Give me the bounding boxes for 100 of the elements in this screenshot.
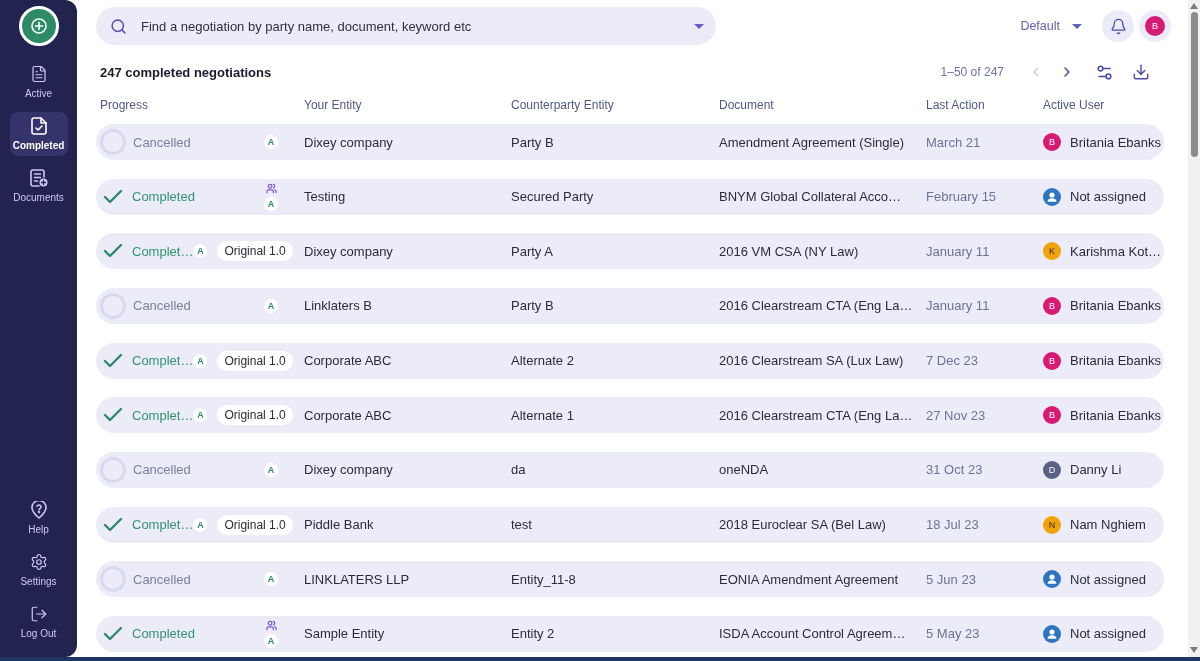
user-name: Nam Nghiem [1070,517,1146,533]
table-cell: ISDA Account Control Agreem… [719,626,906,642]
status-label: Completed [132,189,195,205]
date-cell: 5 Jun 23 [926,571,976,587]
date-cell: March 21 [926,134,981,150]
nav-item[interactable]: Log Out [9,600,68,644]
version-tag: Original 1.0 [217,514,293,535]
marker-badge: A [193,408,208,423]
marker-badge: A [264,572,278,587]
logout-icon [29,604,48,623]
add-button[interactable] [18,6,59,46]
table-cell: Amendment Agreement (Single) [719,134,904,150]
negotiation-row[interactable]: Cancelled A Dixey company da oneNDA 31 Oct 23 D Danny Li [96,451,1164,488]
search-input[interactable]: Find a negotiation by party name, document, keyword etc [139,12,682,40]
user-avatar: B [1043,133,1061,151]
marker-badge: A [264,196,278,211]
table-cell: EONIA Amendment Agreement [719,571,899,587]
scrollbar[interactable] [1188,0,1200,657]
status-label: Complet… [132,353,194,369]
table-cell: Corporate ABC [304,353,392,369]
marker-badge: A [193,353,208,368]
status-label: Cancelled [133,462,191,478]
user-name: Not assigned [1070,626,1146,642]
status-label: Cancelled [133,298,191,314]
version-tag: Original 1.0 [217,350,293,371]
table-cell: 2016 VM CSA (NY Law) [719,243,859,259]
document-icon [29,64,48,83]
version-tag: Original 1.0 [217,405,293,426]
profile-button[interactable]: B [1139,10,1171,42]
negotiation-row[interactable]: Complet… A Original 1.0 Piddle Bank test 2018 Euroclear SA (Bel Law) 18 Jul 23 N Nam Nghiem [96,506,1164,543]
notifications-button[interactable] [1102,10,1134,42]
negotiation-row[interactable]: Completed A Testing Secured Party BNYM Global Collateral Acco… February 15 Not assigned [96,178,1164,215]
user-name: Britania Ebanks [1070,134,1162,150]
caret-icon [1072,23,1082,29]
table-cell: 2016 Clearstream CTA (Eng La… [719,298,913,314]
table-cell: Party B [511,298,554,314]
date-cell: 7 Dec 23 [926,353,979,369]
nav-item[interactable]: Completed [9,112,68,156]
table-cell: Sample Entity [304,626,385,642]
nav-item[interactable]: Help [9,496,68,540]
date-cell: 31 Oct 23 [926,462,983,478]
negotiation-row[interactable]: Complet… A Original 1.0 Dixey company Party A 2016 VM CSA (NY Law) January 11 K Karishma Kot… [96,233,1164,270]
nav-item[interactable]: Documents [9,164,68,208]
table-cell: da [511,462,526,478]
user-avatar: B [1043,351,1061,370]
table-cell: Dixey company [304,243,393,259]
user-avatar: B [1043,296,1061,315]
table-cell: Secured Party [511,189,594,205]
plus-icon [30,18,47,34]
date-cell: 18 Jul 23 [926,517,979,533]
scrollbar-thumb[interactable] [1190,12,1198,157]
scroll-down-icon[interactable] [1190,647,1198,653]
table-cell: Entity 2 [511,626,555,642]
marker-badge: A [264,462,278,477]
column-header: Last Action [926,98,985,112]
user-name: Danny Li [1070,462,1122,478]
empty-ring-icon [100,566,126,593]
marker-badge: A [193,244,208,259]
negotiation-row[interactable]: Cancelled A LINKLATERS LLP Entity_11-8 EONIA Amendment Agreement 5 Jun 23 Not assigned [96,561,1164,598]
pagination-range: 1–50 of 247 [940,65,1004,79]
search-bar[interactable]: Find a negotiation by party name, document, keyword etc [96,7,716,45]
settings-icon [29,552,48,571]
download-icon [1132,63,1150,81]
nav-item[interactable]: Settings [9,548,68,592]
scroll-up-icon[interactable] [1190,3,1198,9]
help-icon [30,500,47,519]
negotiation-row[interactable]: Completed A Sample Entity Entity 2 ISDA Account Control Agreem… 5 May 23 Not assigned [96,615,1164,652]
status-label: Completed [132,626,195,642]
table-cell: test [511,517,532,533]
negotiation-row[interactable]: Cancelled A Linklaters B Party B 2016 Clearstream CTA (Eng La… January 11 B Britania Ebanks [96,287,1164,324]
table-cell: LINKLATERS LLP [304,571,410,587]
column-header: Progress [100,98,149,112]
empty-ring-icon [100,129,126,155]
user-name: Not assigned [1070,571,1146,587]
nav-item[interactable]: Active [9,60,68,104]
view-dropdown[interactable]: Default [1020,19,1082,33]
sliders-icon [1095,62,1114,82]
negotiation-row[interactable]: Cancelled A Dixey company Party B Amendment Agreement (Single) March 21 B Britania Ebanks [96,124,1164,160]
date-cell: 5 May 23 [926,626,980,642]
negotiation-row[interactable]: Complet… A Original 1.0 Corporate ABC Alternate 1 2016 Clearstream CTA (Eng La… 27 Nov 23 B Britania Ebanks [96,397,1164,434]
user-name: Britania Ebanks [1070,407,1162,423]
download-button[interactable] [1132,63,1150,81]
caret-icon [694,23,704,29]
column-header: Document [719,98,774,112]
table-cell: Piddle Bank [304,517,374,533]
marker-badge: A [264,135,278,149]
empty-ring-icon [100,456,126,483]
column-header: Counterparty Entity [511,98,614,112]
filter-settings-button[interactable] [1095,62,1114,82]
marker-badge: A [193,517,208,532]
table-cell: Party B [511,134,554,150]
search-icon [110,17,127,35]
document-add-icon [29,168,48,187]
status-label: Cancelled [133,134,191,150]
table-cell: Corporate ABC [304,407,392,423]
negotiation-row[interactable]: Complet… A Original 1.0 Corporate ABC Alternate 2 2016 Clearstream SA (Lux Law) 7 Dec 23 B Britania Ebanks [96,342,1164,379]
table-cell: Party A [511,243,553,259]
table-cell: Alternate 1 [511,407,574,423]
table-cell: Dixey company [304,134,393,150]
table-cell: Linklaters B [304,298,372,314]
